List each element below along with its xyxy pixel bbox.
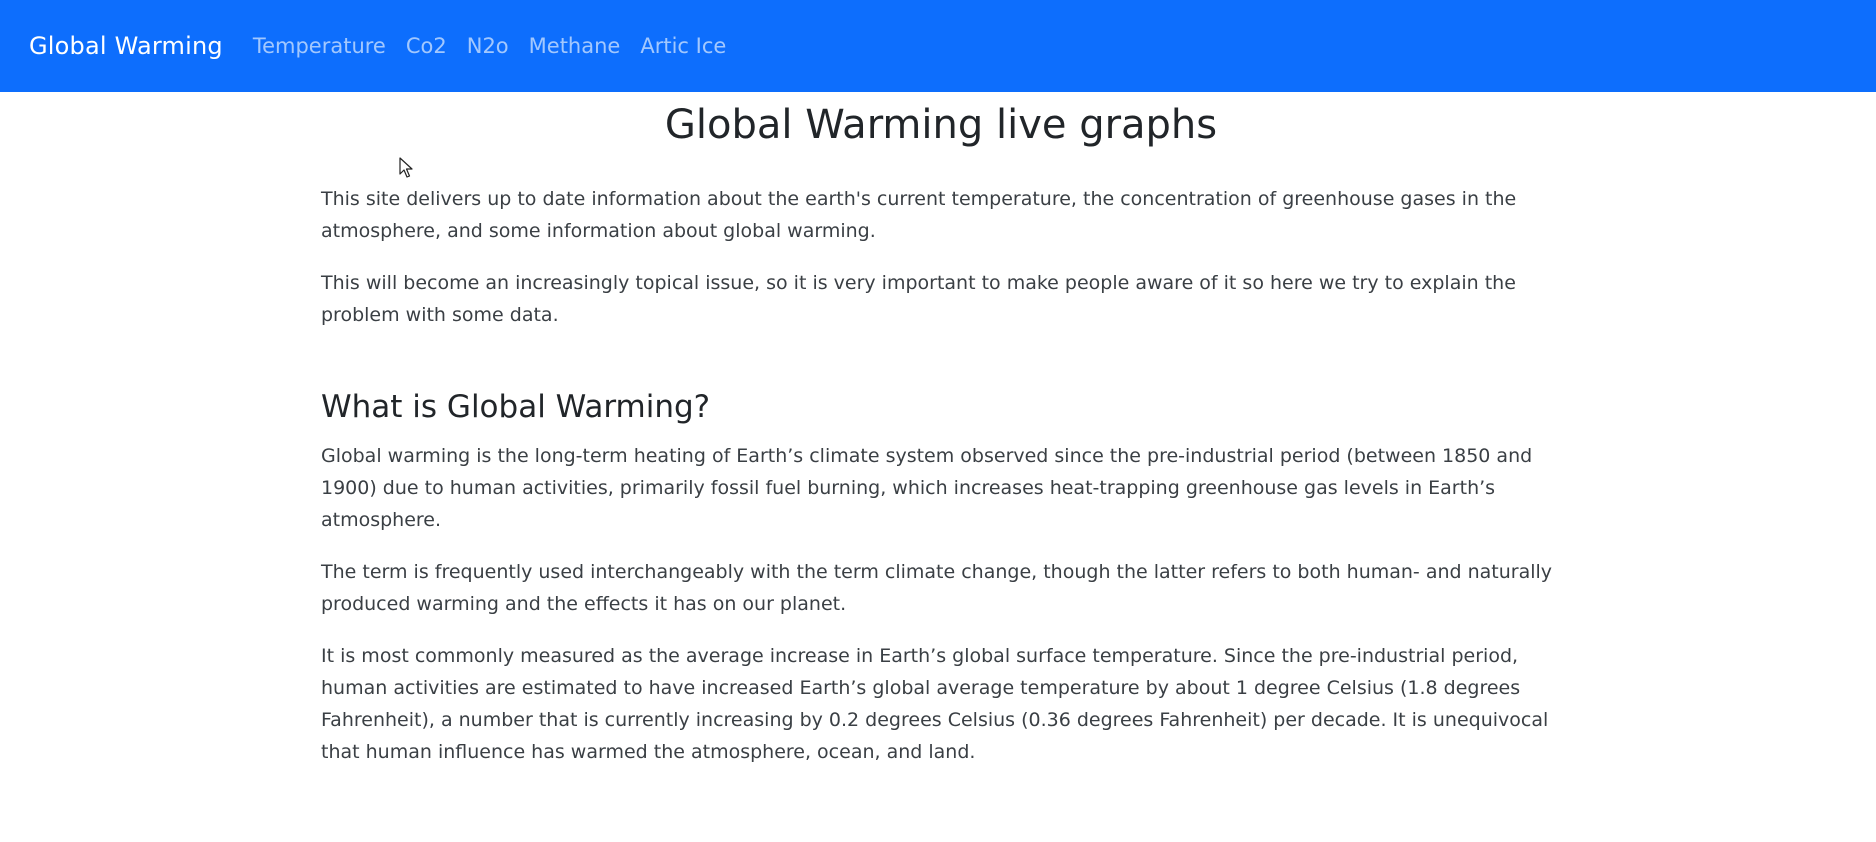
nav-links: Temperature Co2 N2o Methane Artic Ice [253, 34, 746, 58]
nav-link-artic-ice[interactable]: Artic Ice [640, 34, 726, 58]
brand-link[interactable]: Global Warming [29, 32, 223, 60]
nav-link-temperature[interactable]: Temperature [253, 34, 386, 58]
intro-paragraph-1: This site delivers up to date informatio… [321, 188, 1517, 242]
nav-link-methane[interactable]: Methane [529, 34, 621, 58]
section-paragraph-2: The term is frequently used interchangea… [321, 561, 1553, 616]
nav-link-co2[interactable]: Co2 [406, 34, 447, 58]
intro-paragraph-2: This will become an increasingly topical… [321, 272, 1516, 326]
section-paragraph-1: Global warming is the long-term heating … [321, 445, 1533, 532]
main-content: Global Warming live graphs This site del… [321, 92, 1561, 768]
section-heading: What is Global Warming? [321, 389, 711, 425]
section-paragraph-3: It is most commonly measured as the aver… [321, 645, 1549, 764]
nav-link-n2o[interactable]: N2o [467, 34, 509, 58]
navbar: Global Warming Temperature Co2 N2o Metha… [0, 0, 1876, 92]
mouse-pointer-icon [399, 157, 413, 178]
page-title: Global Warming live graphs [664, 102, 1218, 148]
